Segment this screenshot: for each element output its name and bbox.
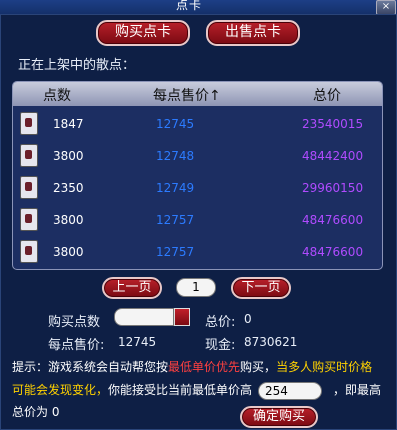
max-total-value: 0 <box>51 405 60 419</box>
cell-points: 3800 <box>53 213 84 227</box>
header-total[interactable]: 总价 <box>313 85 341 105</box>
header-unit-price-label: 每点售价 <box>153 88 209 104</box>
table-row[interactable]: 3800 12748 48442400 <box>13 141 382 173</box>
point-card-icon <box>20 176 38 199</box>
point-card-icon <box>20 208 38 231</box>
page-number-field[interactable]: 1 <box>176 278 216 297</box>
tip-line-1: 提示：游戏系统会自动帮您按最低单价优先购买，当多人购买时价格 <box>12 357 392 377</box>
cell-unit-price: 12748 <box>156 149 195 163</box>
tip-text: 购买， <box>240 360 277 374</box>
tip-text-tail: ，即最高 <box>333 383 382 397</box>
tip-highlight-red: 最低单价优先 <box>168 360 241 374</box>
cell-unit-price: 12749 <box>156 181 195 195</box>
tip-prefix: 提示： <box>12 360 49 374</box>
confirm-buy-button[interactable]: 确定购买 <box>240 406 318 428</box>
tip-highlight-yellow: 可能会发现变化， <box>12 383 109 397</box>
tip-text: 你能接受比当前最低单价高 <box>108 383 253 397</box>
cash-label: 现金: <box>205 338 236 353</box>
unit-price-label: 每点售价: <box>48 338 105 353</box>
header-unit-price[interactable]: 每点售价↑ <box>153 85 221 105</box>
cell-unit-price: 12745 <box>156 117 195 131</box>
prev-page-button[interactable]: 上一页 <box>102 277 162 299</box>
tip-highlight-yellow: 当多人购买时价格 <box>276 360 373 374</box>
tip-text: 游戏系统会自动帮您按 <box>48 360 169 374</box>
tip-line-3: 总价为 0 <box>12 402 59 422</box>
cell-unit-price: 12757 <box>156 245 195 259</box>
cell-unit-price: 12757 <box>156 213 195 227</box>
close-button[interactable]: × <box>376 0 396 15</box>
sell-card-tab[interactable]: 出售点卡 <box>206 20 300 46</box>
cell-total: 48476600 <box>302 213 364 227</box>
listing-table: 点数 每点售价↑ 总价 1847 12745 23540015 3800 127… <box>12 81 383 270</box>
table-row[interactable]: 1847 12745 23540015 <box>13 109 382 141</box>
title-bar: 点卡 × <box>0 0 397 15</box>
cash-value: 8730621 <box>244 335 298 349</box>
window-title: 点卡 <box>176 0 203 12</box>
table-header: 点数 每点售价↑ 总价 <box>13 82 382 106</box>
buy-points-label: 购买点数 <box>48 315 101 330</box>
unit-price-value: 12745 <box>118 335 157 349</box>
total-value: 0 <box>244 312 252 326</box>
header-points[interactable]: 点数 <box>43 85 71 105</box>
table-row[interactable]: 2350 12749 29960150 <box>13 173 382 205</box>
next-page-label: 下一页 <box>241 280 281 295</box>
cell-total: 48442400 <box>302 149 364 163</box>
close-icon: × <box>381 1 391 12</box>
total-label: 总价: <box>205 315 236 330</box>
cell-points: 2350 <box>53 181 84 195</box>
confirm-buy-label: 确定购买 <box>252 409 305 424</box>
sell-card-tab-label: 出售点卡 <box>225 24 281 40</box>
buy-points-field[interactable] <box>114 308 174 326</box>
buy-card-tab[interactable]: 购买点卡 <box>96 20 190 46</box>
cell-total: 29960150 <box>302 181 364 195</box>
buy-card-tab-label: 购买点卡 <box>115 24 171 40</box>
next-page-button[interactable]: 下一页 <box>231 277 291 299</box>
cell-total: 48476600 <box>302 245 364 259</box>
section-label: 正在上架中的散点： <box>18 58 136 73</box>
cell-points: 1847 <box>53 117 84 131</box>
prev-page-label: 上一页 <box>112 280 152 295</box>
cell-points: 3800 <box>53 149 84 163</box>
point-card-icon <box>20 240 38 263</box>
point-card-icon <box>20 112 38 135</box>
dropdown-arrow-icon[interactable] <box>174 308 190 326</box>
cell-points: 3800 <box>53 245 84 259</box>
sort-up-icon: ↑ <box>209 88 221 104</box>
point-card-icon <box>20 144 38 167</box>
table-row[interactable]: 3800 12757 48476600 <box>13 205 382 237</box>
tip-text: 总价为 <box>12 405 49 419</box>
buy-points-input[interactable] <box>114 308 190 326</box>
table-row[interactable]: 3800 12757 48476600 <box>13 237 382 269</box>
max-increase-field[interactable]: 254 <box>258 382 322 400</box>
cell-total: 23540015 <box>302 117 364 131</box>
